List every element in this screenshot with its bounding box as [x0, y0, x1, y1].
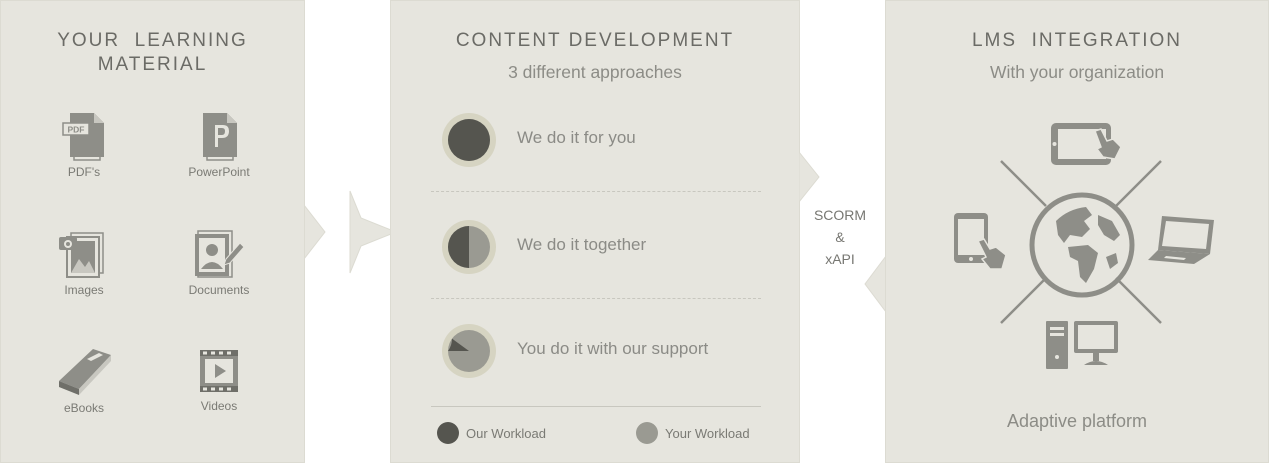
material-powerpoint: PowerPoint — [159, 111, 279, 179]
material-images-label: Images — [64, 283, 104, 297]
tablet-touch-icon — [1051, 123, 1122, 165]
material-powerpoint-label: PowerPoint — [188, 165, 250, 179]
adaptive-platform-label: Adaptive platform — [1006, 411, 1148, 431]
images-icon — [59, 232, 104, 278]
material-ebooks-label: eBooks — [63, 401, 105, 415]
content-development-panel: CONTENT DEVELOPMENT 3 different approach… — [390, 0, 800, 463]
legend-light-dot — [636, 422, 658, 444]
material-pdf: PDF PDF's — [24, 111, 144, 179]
legend-divider — [431, 406, 761, 407]
desktop-computer-icon — [1046, 321, 1118, 369]
legend-dark-dot — [437, 422, 459, 444]
workload-pie-half — [442, 220, 496, 274]
material-ebooks: eBooks — [24, 345, 144, 415]
material-pdf-label: PDF's — [67, 165, 101, 179]
content-development-title: CONTENT DEVELOPMENT — [455, 30, 735, 51]
learning-material-title: YOUR LEARNING MATERIAL — [57, 30, 248, 75]
globe-icon — [1029, 192, 1135, 298]
material-videos: Videos — [159, 347, 279, 413]
divider — [431, 191, 761, 192]
integration-standards: SCORM & xAPI — [805, 204, 875, 270]
lms-integration-title: LMS INTEGRATION — [971, 30, 1183, 51]
arrow-notch-left — [349, 190, 392, 274]
documents-icon — [195, 230, 245, 278]
divider — [431, 298, 761, 299]
workload-pie-full — [442, 113, 496, 167]
ebook-icon — [59, 349, 111, 395]
legend-our-workload-label: Our Workload — [466, 426, 546, 441]
material-documents: Documents — [159, 229, 279, 297]
standard-scorm: SCORM — [813, 207, 867, 223]
material-images: Images — [24, 229, 144, 297]
lms-integration-panel: LMS INTEGRATION With your organization A… — [885, 0, 1269, 463]
video-icon — [200, 350, 238, 392]
arrow-notch-right — [304, 205, 326, 259]
standard-xapi: xAPI — [825, 251, 855, 267]
content-development-subtitle: 3 different approaches — [508, 62, 682, 82]
material-videos-label: Videos — [200, 399, 238, 413]
legend-your-workload-label: Your Workload — [665, 426, 750, 441]
approach-item: You do it with our support — [441, 323, 771, 379]
approach-label: We do it for you — [517, 128, 636, 147]
workload-pie-small — [442, 324, 496, 378]
arrow-notch-right — [799, 152, 820, 202]
approach-item: We do it for you — [441, 112, 771, 168]
learning-material-panel: YOUR LEARNING MATERIAL PDF PDF's PowerPo… — [0, 0, 305, 463]
approach-label: We do it together — [517, 235, 647, 254]
laptop-icon — [1148, 216, 1214, 264]
approach-item: We do it together — [441, 219, 771, 275]
lms-integration-subtitle: With your organization — [989, 62, 1165, 82]
phone-touch-icon — [954, 213, 1007, 270]
approach-label: You do it with our support — [517, 339, 709, 358]
powerpoint-icon — [203, 113, 237, 161]
material-documents-label: Documents — [188, 283, 250, 297]
svg-text:PDF: PDF — [68, 125, 85, 135]
standard-ampersand: & — [835, 229, 845, 245]
pdf-icon: PDF — [62, 113, 104, 161]
